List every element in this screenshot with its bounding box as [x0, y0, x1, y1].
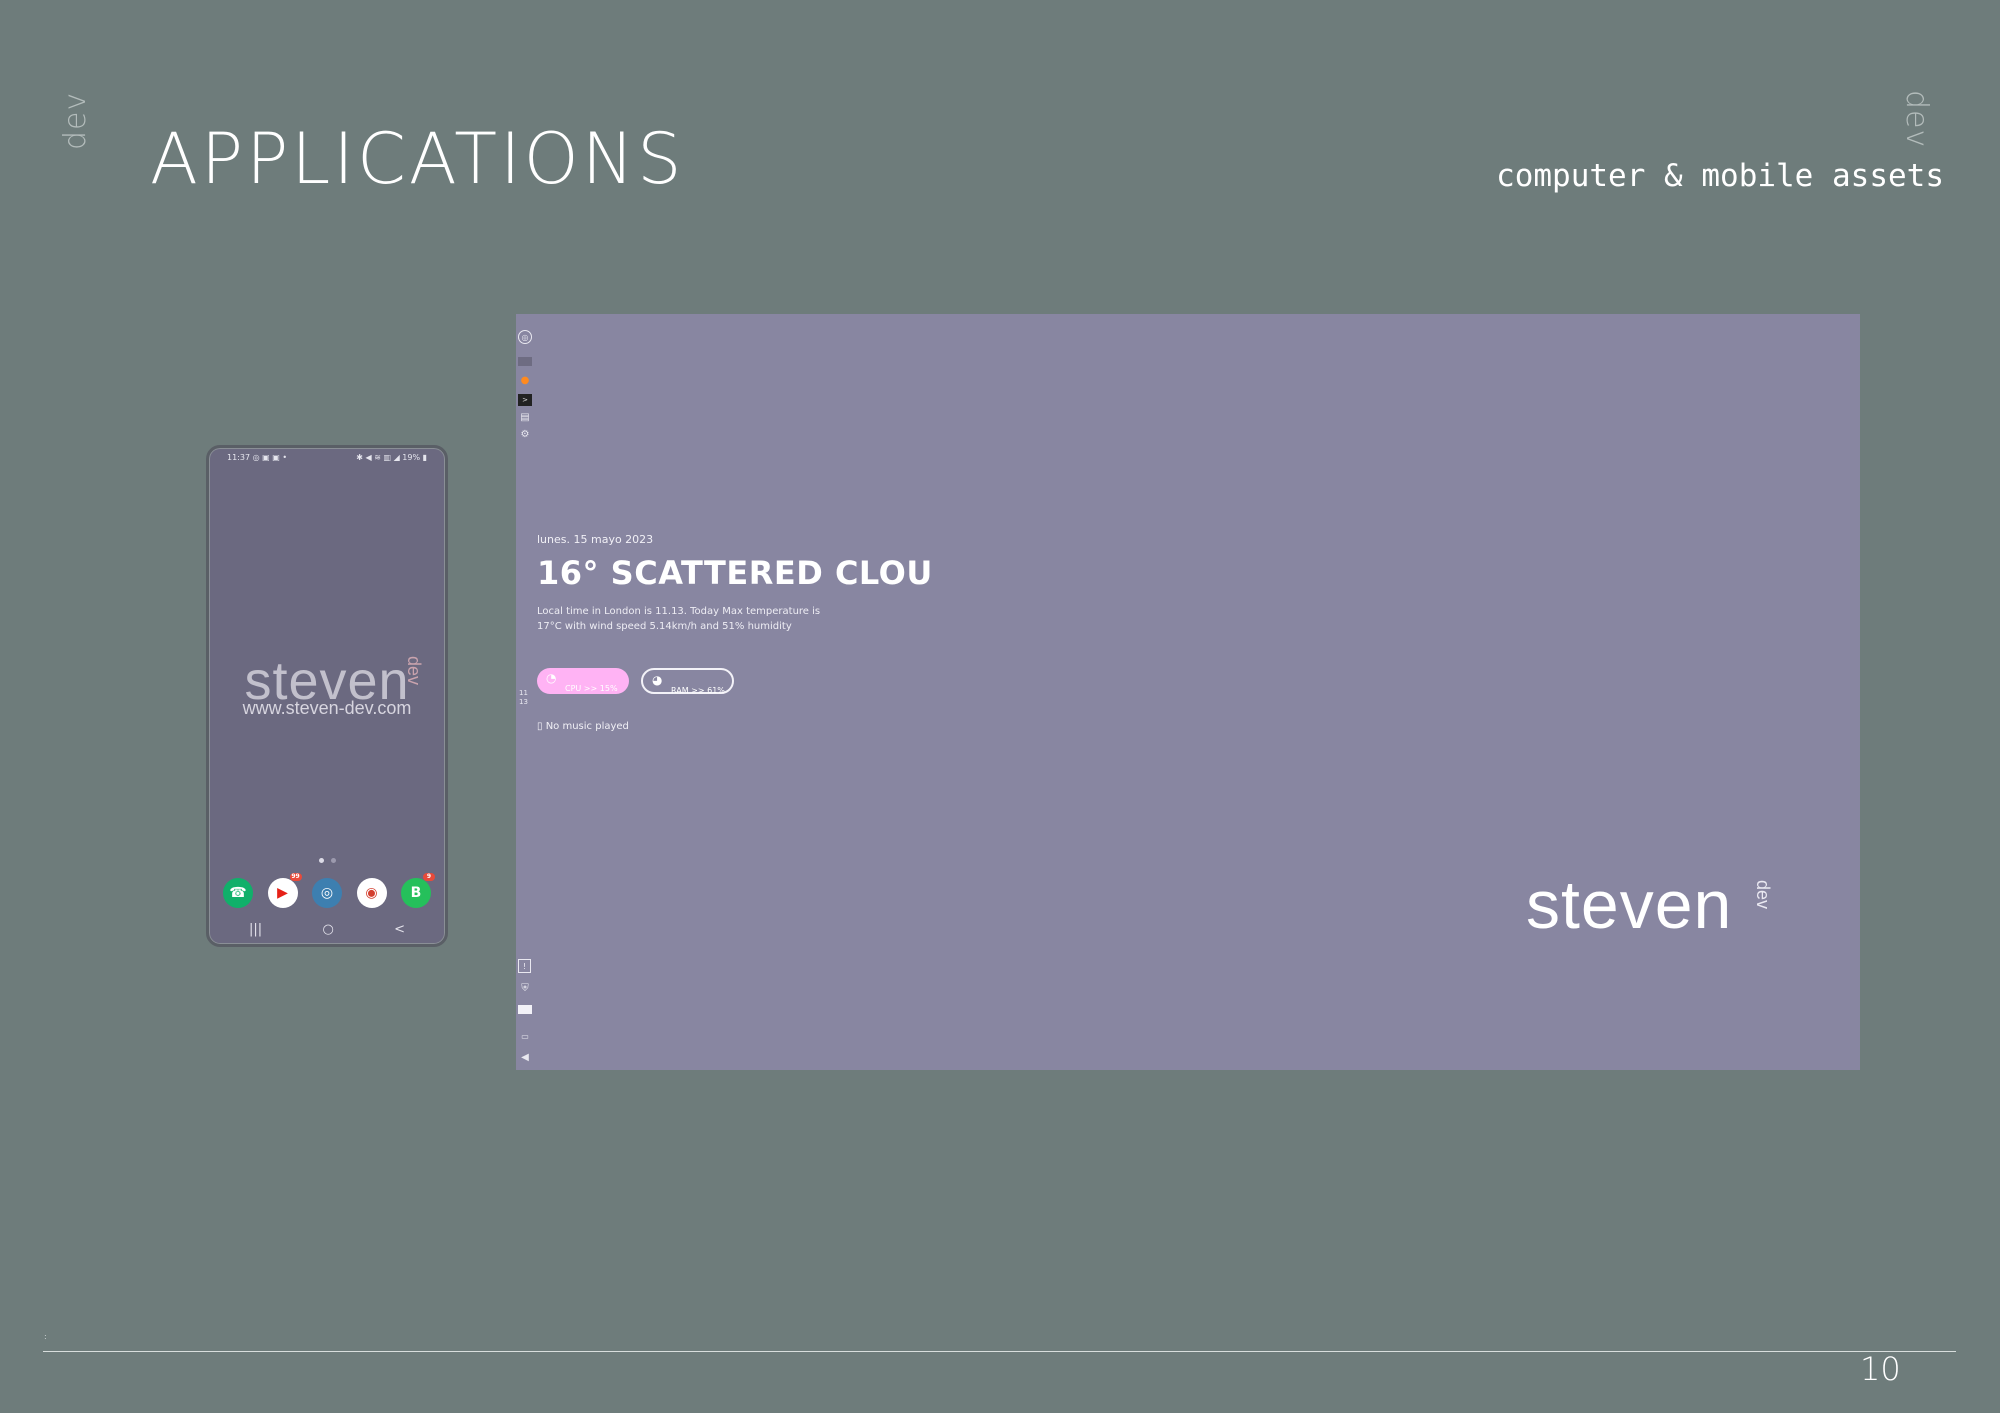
phone-dock: ☎ ▶ 99 ◎ ◉ B9 [223, 873, 435, 908]
music-status-label: No music played [545, 721, 629, 732]
whatsapp-business-app-icon[interactable]: B9 [401, 873, 435, 908]
phone-logo-dev: dev [404, 655, 425, 686]
side-clock-minute: 13 [519, 698, 528, 706]
phone-status-bar: 11:37 ◎ ▣ ▣ • ✱ ◀ ≋ ▥ ◢ 19% ▮ [227, 453, 427, 465]
phone-nav-bar: ||| ○ < [249, 922, 405, 937]
side-clock-hour: 11 [519, 689, 528, 697]
chrome-app-icon[interactable]: ◉ [356, 878, 387, 908]
clipboard-icon[interactable]: ! [518, 959, 531, 973]
folder-icon[interactable] [518, 357, 532, 366]
ram-usage-label: RAM >> 61% [671, 686, 725, 695]
terminal-icon[interactable]: > [518, 394, 532, 406]
ram-icon: ◕ [652, 673, 663, 687]
page-title: APPLICATIONS [150, 118, 685, 200]
desktop-wallpaper-logo: steven dev [1526, 866, 1773, 944]
phone-status-left: 11:37 ◎ ▣ ▣ • [227, 453, 288, 462]
footer-rule [43, 1351, 1956, 1352]
desktop-logo-dev: dev [1753, 879, 1774, 910]
back-button[interactable]: < [394, 922, 405, 937]
signal-app-icon[interactable]: ◎ [312, 878, 342, 908]
desktop-logo-word: steven [1526, 867, 1733, 943]
keyboard-icon[interactable] [518, 1005, 532, 1014]
page-dot [331, 858, 336, 863]
home-page-indicator [319, 858, 336, 863]
weather-line-1: Local time in London is 11.13. Today Max… [537, 606, 821, 617]
bottom-left-mark: : [44, 1332, 47, 1341]
phone-wallpaper-url: www.steven-dev.com [242, 698, 412, 718]
weather-line-2: 17°C with wind speed 5.14km/h and 51% hu… [537, 621, 792, 632]
cpu-usage-label: CPU >> 15% [565, 684, 618, 693]
files-icon[interactable]: ▤ [518, 411, 532, 423]
music-status: ▯ No music played [537, 721, 629, 732]
desktop-screenshot: ◎ ● > ▤ ⚙ lunes. 15 mayo 2023 16° SCATTE… [516, 314, 1860, 1070]
phone-screenshot: 11:37 ◎ ▣ ▣ • ✱ ◀ ≋ ▥ ◢ 19% ▮ steven dev… [206, 445, 448, 947]
weather-headline: 16° SCATTERED CLOU [537, 554, 933, 592]
page-subtitle: computer & mobile assets [1496, 158, 1944, 194]
settings-icon[interactable]: ⚙ [518, 428, 532, 440]
cpu-usage-pill: ◔ CPU >> 15% [537, 668, 629, 694]
home-button[interactable]: ○ [322, 922, 333, 937]
firefox-icon[interactable]: ● [518, 374, 532, 386]
date-text: lunes. 15 mayo 2023 [537, 533, 654, 546]
side-mark-left: dev [58, 91, 93, 150]
page-dot-active [319, 858, 324, 863]
phone-status-right: ✱ ◀ ≋ ▥ ◢ 19% ▮ [356, 453, 427, 462]
volume-icon[interactable]: ◀ [518, 1051, 532, 1063]
shield-icon[interactable]: ⛨ [518, 982, 532, 994]
display-icon[interactable]: ▭ [518, 1030, 532, 1042]
ram-usage-pill: ◕ RAM >> 61% [641, 668, 734, 695]
recents-button[interactable]: ||| [249, 922, 262, 937]
cpu-icon: ◔ [546, 671, 557, 685]
page-number: 10 [1860, 1350, 1901, 1388]
side-mark-right: dev [1899, 90, 1934, 149]
weather-description: Local time in London is 11.13. Today Max… [537, 604, 867, 634]
whatsapp-badge: 9 [423, 873, 435, 881]
youtube-badge: 99 [289, 873, 302, 881]
launcher-icon[interactable]: ◎ [518, 330, 532, 344]
phone-app-icon[interactable]: ☎ [223, 878, 253, 908]
side-clock: 11 13 [519, 689, 528, 707]
music-note-icon: ▯ [537, 721, 543, 732]
youtube-app-icon[interactable]: ▶ 99 [267, 873, 302, 908]
